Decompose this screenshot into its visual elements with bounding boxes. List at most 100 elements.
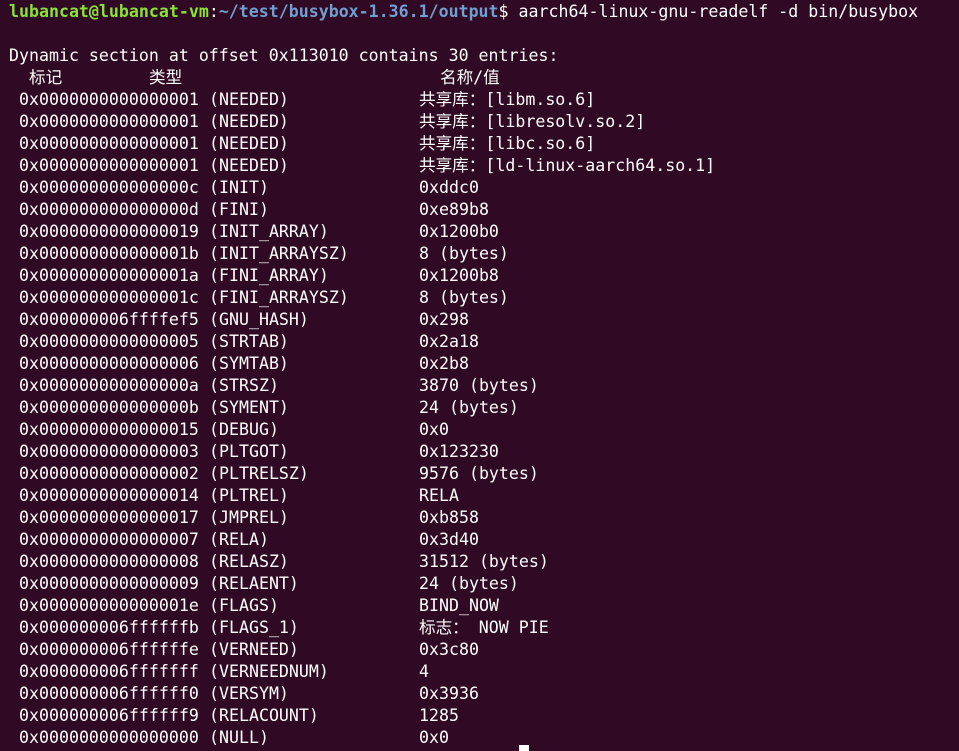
table-row: 0x0000000000000008 (RELASZ) 31512 (bytes) bbox=[9, 551, 959, 573]
entry-tag: 0x000000000000000b bbox=[19, 398, 199, 417]
entry-type: (VERNEED) bbox=[209, 640, 299, 659]
entries-list: 0x0000000000000001 (NEEDED) 共享库：[libm.so.6… bbox=[9, 89, 959, 749]
entry-tag: 0x000000006fffffff bbox=[19, 662, 199, 681]
entry-type: (INIT_ARRAY) bbox=[209, 222, 329, 241]
entry-tag: 0x000000000000001a bbox=[19, 266, 199, 285]
table-row: 0x0000000000000001 (NEEDED) 共享库：[libresolv… bbox=[9, 111, 959, 133]
terminal-window[interactable]: lubancat@lubancat-vm:~/test/busybox-1.36… bbox=[9, 1, 959, 751]
table-row: 0x0000000000000019 (INIT_ARRAY) 0x1200b0 bbox=[9, 221, 959, 243]
entry-value: 3870 (bytes) bbox=[419, 376, 539, 395]
table-row: 0x0000000000000001 (NEEDED) 共享库：[libm.so.6… bbox=[9, 89, 959, 111]
entry-value: 8 (bytes) bbox=[419, 244, 509, 263]
entry-tag: 0x0000000000000001 bbox=[19, 90, 199, 109]
entry-tag: 0x0000000000000017 bbox=[19, 508, 199, 527]
entry-type: (RELASZ) bbox=[209, 552, 289, 571]
entry-type: (JMPREL) bbox=[209, 508, 289, 527]
entry-tag: 0x0000000000000019 bbox=[19, 222, 199, 241]
entry-type: (STRSZ) bbox=[209, 376, 279, 395]
entry-tag: 0x0000000000000009 bbox=[19, 574, 199, 593]
entry-value: 0x298 bbox=[419, 310, 469, 329]
entry-type: (VERSYM) bbox=[209, 684, 289, 703]
entry-tag: 0x000000000000000d bbox=[19, 200, 199, 219]
entry-type: (VERNEEDNUM) bbox=[209, 662, 329, 681]
entry-type: (NEEDED) bbox=[209, 112, 289, 131]
table-row: 0x000000006ffffffe (VERNEED) 0x3c80 bbox=[9, 639, 959, 661]
prompt-separator: : bbox=[208, 2, 219, 21]
entry-value: 共享库：[libc.so.6] bbox=[419, 134, 596, 153]
entry-tag: 0x0000000000000002 bbox=[19, 464, 199, 483]
entry-tag: 0x000000006ffffef5 bbox=[19, 310, 199, 329]
entry-value: 9576 (bytes) bbox=[419, 464, 539, 483]
entry-value: RELA bbox=[419, 486, 459, 505]
entry-type: (SYMTAB) bbox=[209, 354, 289, 373]
table-row: 0x000000000000000a (STRSZ) 3870 (bytes) bbox=[9, 375, 959, 397]
table-row: 0x000000000000000c (INIT) 0xddc0 bbox=[9, 177, 959, 199]
entry-value: 共享库：[libm.so.6] bbox=[419, 90, 596, 109]
entry-tag: 0x0000000000000001 bbox=[19, 112, 199, 131]
entry-value: 0xe89b8 bbox=[419, 200, 489, 219]
entry-value: 共享库：[libresolv.so.2] bbox=[419, 112, 646, 131]
entry-type: (INIT_ARRAYSZ) bbox=[209, 244, 349, 263]
entry-type: (RELAENT) bbox=[209, 574, 299, 593]
entry-value: 31512 (bytes) bbox=[419, 552, 549, 571]
entry-tag: 0x0000000000000008 bbox=[19, 552, 199, 571]
table-row: 0x000000000000000d (FINI) 0xe89b8 bbox=[9, 199, 959, 221]
table-header: 标记 类型 名称/值 bbox=[9, 67, 959, 89]
entry-type: (FINI_ARRAY) bbox=[209, 266, 329, 285]
entry-value: 0x123230 bbox=[419, 442, 499, 461]
header-value: 名称/值 bbox=[440, 68, 500, 87]
table-row: 0x0000000000000000 (NULL) 0x0 bbox=[9, 727, 959, 749]
entry-value: 标志： NOW PIE bbox=[419, 618, 549, 637]
entry-type: (PLTGOT) bbox=[209, 442, 289, 461]
table-row: 0x0000000000000002 (PLTRELSZ) 9576 (bytes) bbox=[9, 463, 959, 485]
entry-tag: 0x0000000000000001 bbox=[19, 156, 199, 175]
table-row: 0x000000006ffffff0 (VERSYM) 0x3936 bbox=[9, 683, 959, 705]
entry-type: (NULL) bbox=[209, 728, 269, 747]
entry-value: 0x1200b0 bbox=[419, 222, 499, 241]
entry-value: 8 (bytes) bbox=[419, 288, 509, 307]
entry-type: (STRTAB) bbox=[209, 332, 289, 351]
entry-type: (DEBUG) bbox=[209, 420, 279, 439]
entry-value: 0x0 bbox=[419, 728, 449, 747]
prompt-command: aarch64-linux-gnu-readelf -d bin/busybox bbox=[508, 2, 919, 21]
entry-tag: 0x0000000000000006 bbox=[19, 354, 199, 373]
entry-value: 0x3d40 bbox=[419, 530, 479, 549]
entry-value: 0x3c80 bbox=[419, 640, 479, 659]
entry-tag: 0x0000000000000007 bbox=[19, 530, 199, 549]
table-row: 0x0000000000000001 (NEEDED) 共享库：[ld-linux-… bbox=[9, 155, 959, 177]
entry-value: 24 (bytes) bbox=[419, 574, 519, 593]
prompt-dollar: $ bbox=[498, 2, 509, 21]
entry-value: 24 (bytes) bbox=[419, 398, 519, 417]
table-row: 0x0000000000000009 (RELAENT) 24 (bytes) bbox=[9, 573, 959, 595]
entry-value: 0x1200b8 bbox=[419, 266, 499, 285]
table-row: 0x000000000000001e (FLAGS) BIND_NOW bbox=[9, 595, 959, 617]
table-row: 0x000000006ffffff9 (RELACOUNT) 1285 bbox=[9, 705, 959, 727]
table-row: 0x000000000000000b (SYMENT) 24 (bytes) bbox=[9, 397, 959, 419]
entry-tag: 0x0000000000000005 bbox=[19, 332, 199, 351]
entry-type: (GNU_HASH) bbox=[209, 310, 309, 329]
header-type: 类型 bbox=[149, 68, 183, 87]
entry-type: (NEEDED) bbox=[209, 156, 289, 175]
table-row: 0x0000000000000006 (SYMTAB) 0x2b8 bbox=[9, 353, 959, 375]
entry-type: (FLAGS_1) bbox=[209, 618, 299, 637]
entry-type: (PLTREL) bbox=[209, 486, 289, 505]
entry-type: (PLTRELSZ) bbox=[209, 464, 309, 483]
entry-tag: 0x000000006ffffff9 bbox=[19, 706, 199, 725]
table-row: 0x000000006ffffef5 (GNU_HASH) 0x298 bbox=[9, 309, 959, 331]
entry-value: 0xddc0 bbox=[419, 178, 479, 197]
table-row: 0x0000000000000005 (STRTAB) 0x2a18 bbox=[9, 331, 959, 353]
text-cursor bbox=[519, 745, 529, 751]
entry-tag: 0x0000000000000015 bbox=[19, 420, 199, 439]
entry-type: (FINI) bbox=[209, 200, 269, 219]
entry-tag: 0x000000000000001b bbox=[19, 244, 199, 263]
entry-type: (FINI_ARRAYSZ) bbox=[209, 288, 349, 307]
summary-line: Dynamic section at offset 0x113010 conta… bbox=[9, 46, 559, 65]
prompt-line: lubancat@lubancat-vm:~/test/busybox-1.36… bbox=[9, 1, 959, 23]
entry-value: 4 bbox=[419, 662, 429, 681]
entry-value: 0xb858 bbox=[419, 508, 479, 527]
entry-value: 0x3936 bbox=[419, 684, 479, 703]
entry-value: BIND_NOW bbox=[419, 596, 499, 615]
table-row: 0x0000000000000001 (NEEDED) 共享库：[libc.so.6… bbox=[9, 133, 959, 155]
entry-type: (RELA) bbox=[209, 530, 269, 549]
